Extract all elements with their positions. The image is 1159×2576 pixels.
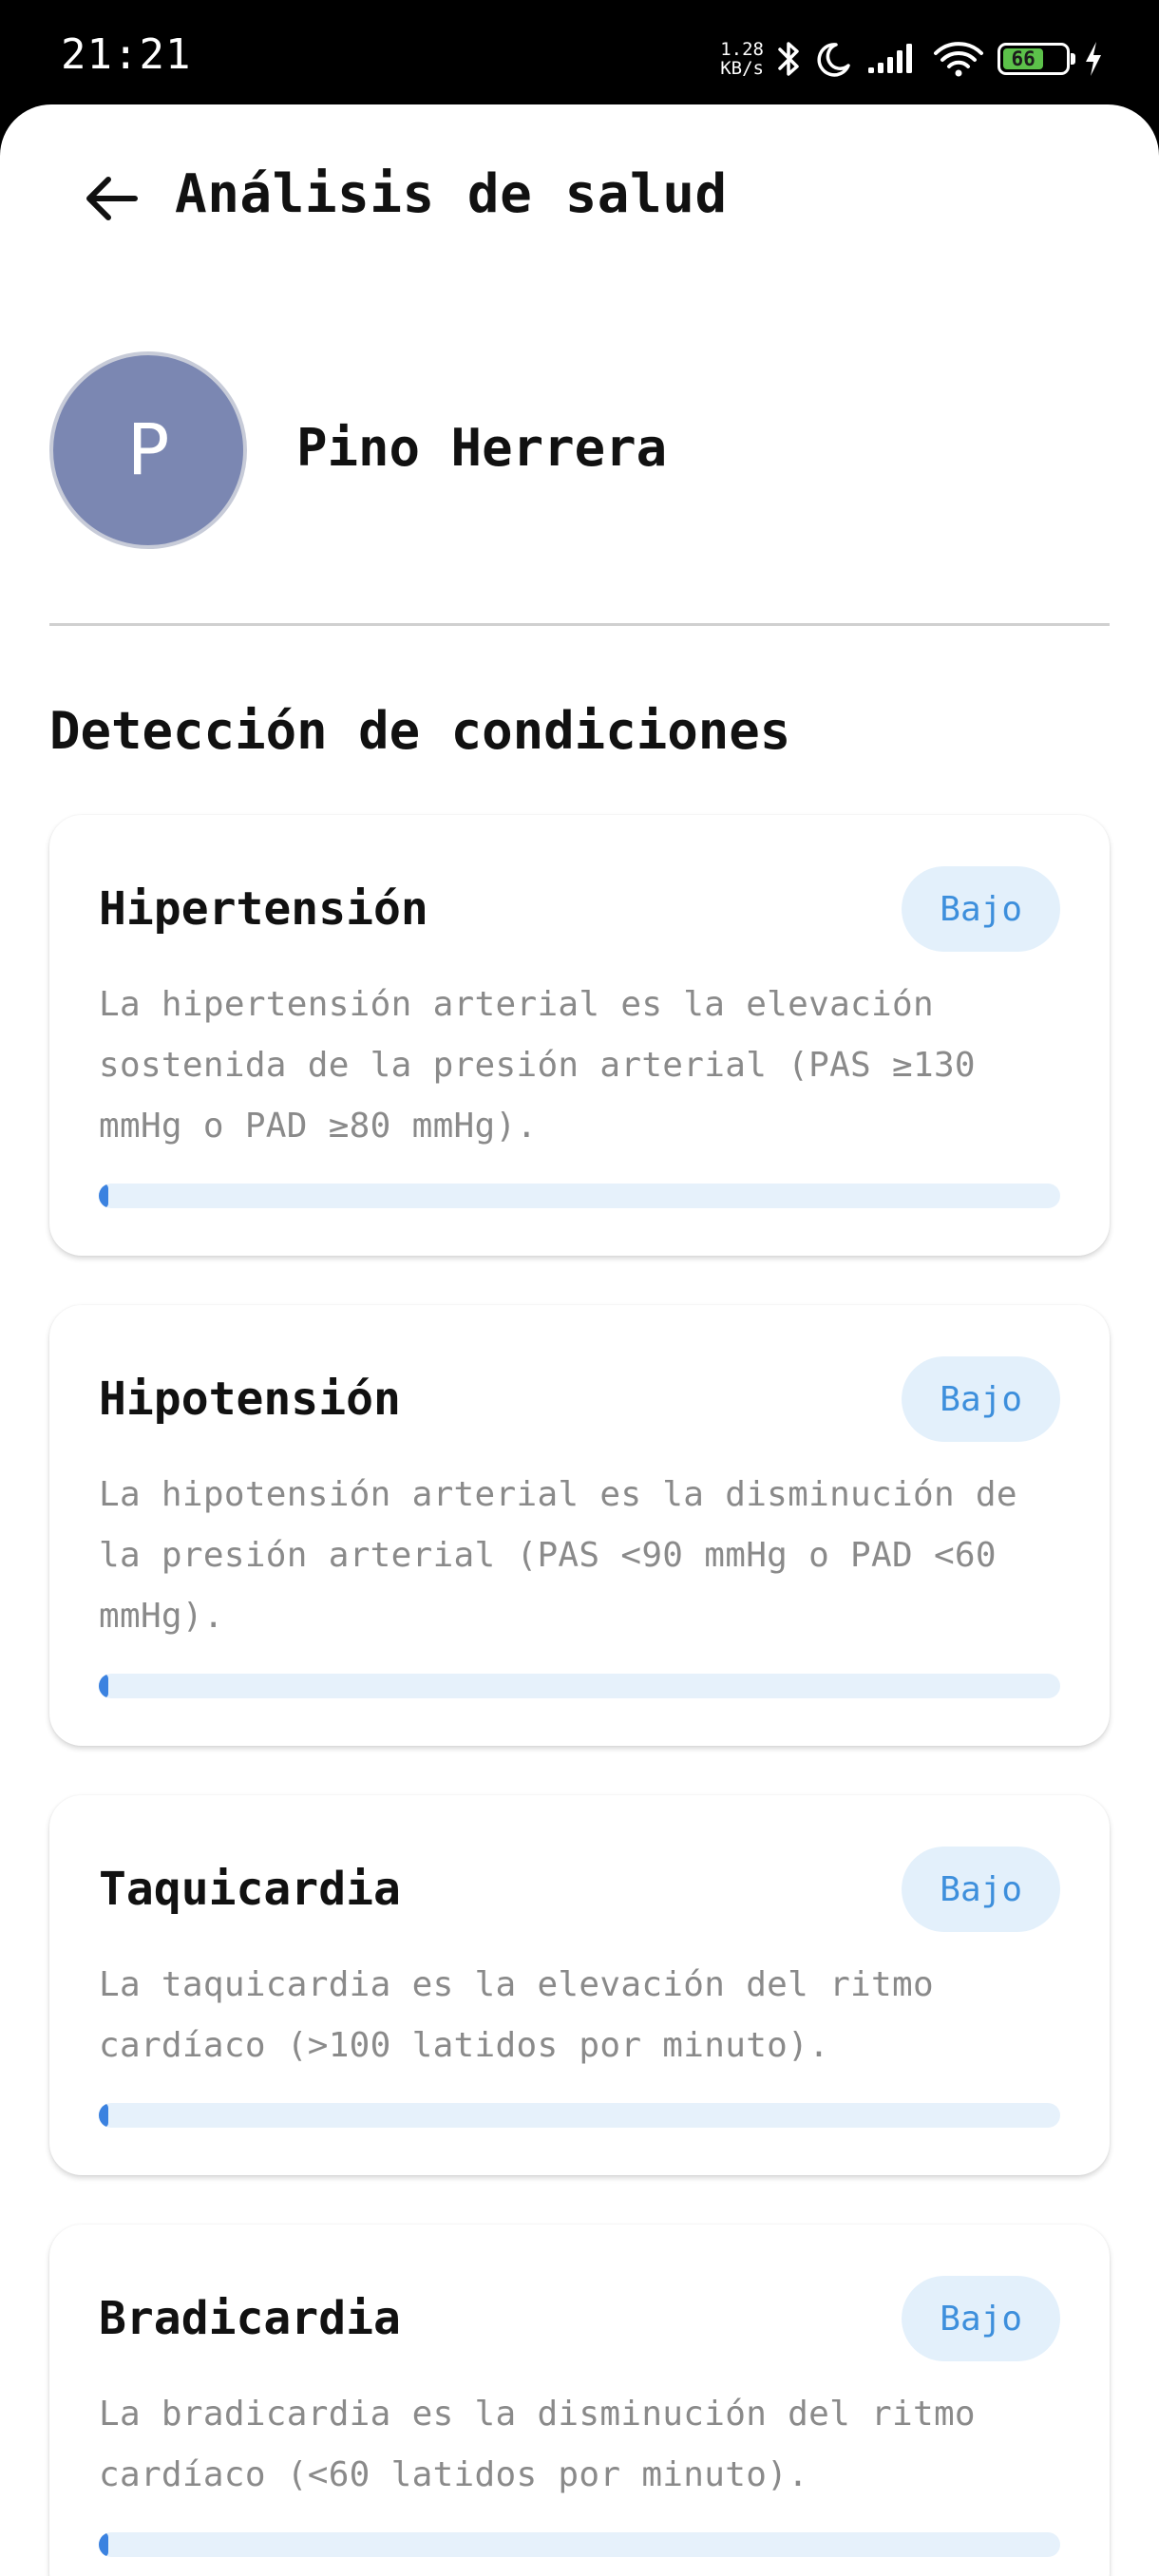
network-speed: 1.28 KB/s: [720, 40, 764, 78]
arrow-left-icon: [84, 174, 141, 227]
battery-level: 66: [1003, 47, 1044, 70]
conditions-list: Hipertensión Bajo La hipertensión arteri…: [49, 815, 1110, 2576]
status-icons: 1.28 KB/s 66: [720, 34, 1104, 84]
profile-header: P Pino Herrera: [49, 351, 1110, 551]
wifi-icon: [933, 41, 984, 77]
risk-progress-bar: [99, 2532, 1060, 2557]
status-time: 21:21: [61, 30, 192, 79]
condition-card-bradicardia[interactable]: Bradicardia Bajo La bradicardia es la di…: [49, 2225, 1110, 2576]
avatar: P: [49, 351, 247, 549]
risk-progress-bar: [99, 1674, 1060, 1698]
risk-badge: Bajo: [902, 866, 1060, 952]
risk-progress-fill: [99, 1184, 109, 1208]
moon-icon: [815, 40, 853, 78]
risk-progress-fill: [99, 1674, 109, 1698]
card-header: Taquicardia Bajo: [99, 1847, 1060, 1932]
condition-title: Hipertensión: [99, 882, 428, 936]
bluetooth-icon: [777, 39, 802, 79]
battery-icon: 66: [998, 43, 1075, 75]
card-header: Hipotensión Bajo: [99, 1356, 1060, 1442]
app-bar: Análisis de salud: [0, 104, 1159, 275]
network-speed-value: 1.28: [720, 39, 764, 60]
condition-card-taquicardia[interactable]: Taquicardia Bajo La taquicardia es la el…: [49, 1795, 1110, 2175]
risk-badge: Bajo: [902, 1847, 1060, 1932]
condition-title: Hipotensión: [99, 1373, 401, 1426]
condition-card-hipertension[interactable]: Hipertensión Bajo La hipertensión arteri…: [49, 815, 1110, 1256]
divider: [49, 623, 1110, 626]
back-button[interactable]: [76, 160, 148, 241]
status-bar: 21:21 1.28 KB/s 66: [0, 0, 1159, 104]
condition-description: La bradicardia es la disminución del rit…: [99, 2395, 976, 2494]
profile-name: Pino Herrera: [296, 418, 668, 478]
app-screen: Análisis de salud P Pino Herrera Detecci…: [0, 104, 1159, 2576]
network-speed-unit: KB/s: [720, 58, 764, 79]
signal-icon: [866, 43, 920, 75]
risk-badge: Bajo: [902, 1356, 1060, 1442]
battery-nub: [1071, 53, 1075, 65]
condition-title: Bradicardia: [99, 2292, 401, 2345]
card-header: Bradicardia Bajo: [99, 2276, 1060, 2361]
condition-description: La taquicardia es la elevación del ritmo…: [99, 1965, 934, 2065]
card-header: Hipertensión Bajo: [99, 866, 1060, 952]
risk-progress-fill: [99, 2103, 109, 2128]
charging-icon: [1083, 40, 1104, 78]
risk-progress-fill: [99, 2532, 109, 2557]
risk-badge: Bajo: [902, 2276, 1060, 2361]
risk-progress-bar: [99, 1184, 1060, 1208]
condition-card-hipotension[interactable]: Hipotensión Bajo La hipotensión arterial…: [49, 1305, 1110, 1746]
condition-description: La hipotensión arterial es la disminució…: [99, 1475, 1017, 1636]
condition-title: Taquicardia: [99, 1863, 401, 1916]
section-title: Detección de condiciones: [49, 701, 791, 761]
page-title: Análisis de salud: [175, 163, 728, 225]
risk-progress-bar: [99, 2103, 1060, 2128]
condition-description: La hipertensión arterial es la elevación…: [99, 985, 976, 1146]
